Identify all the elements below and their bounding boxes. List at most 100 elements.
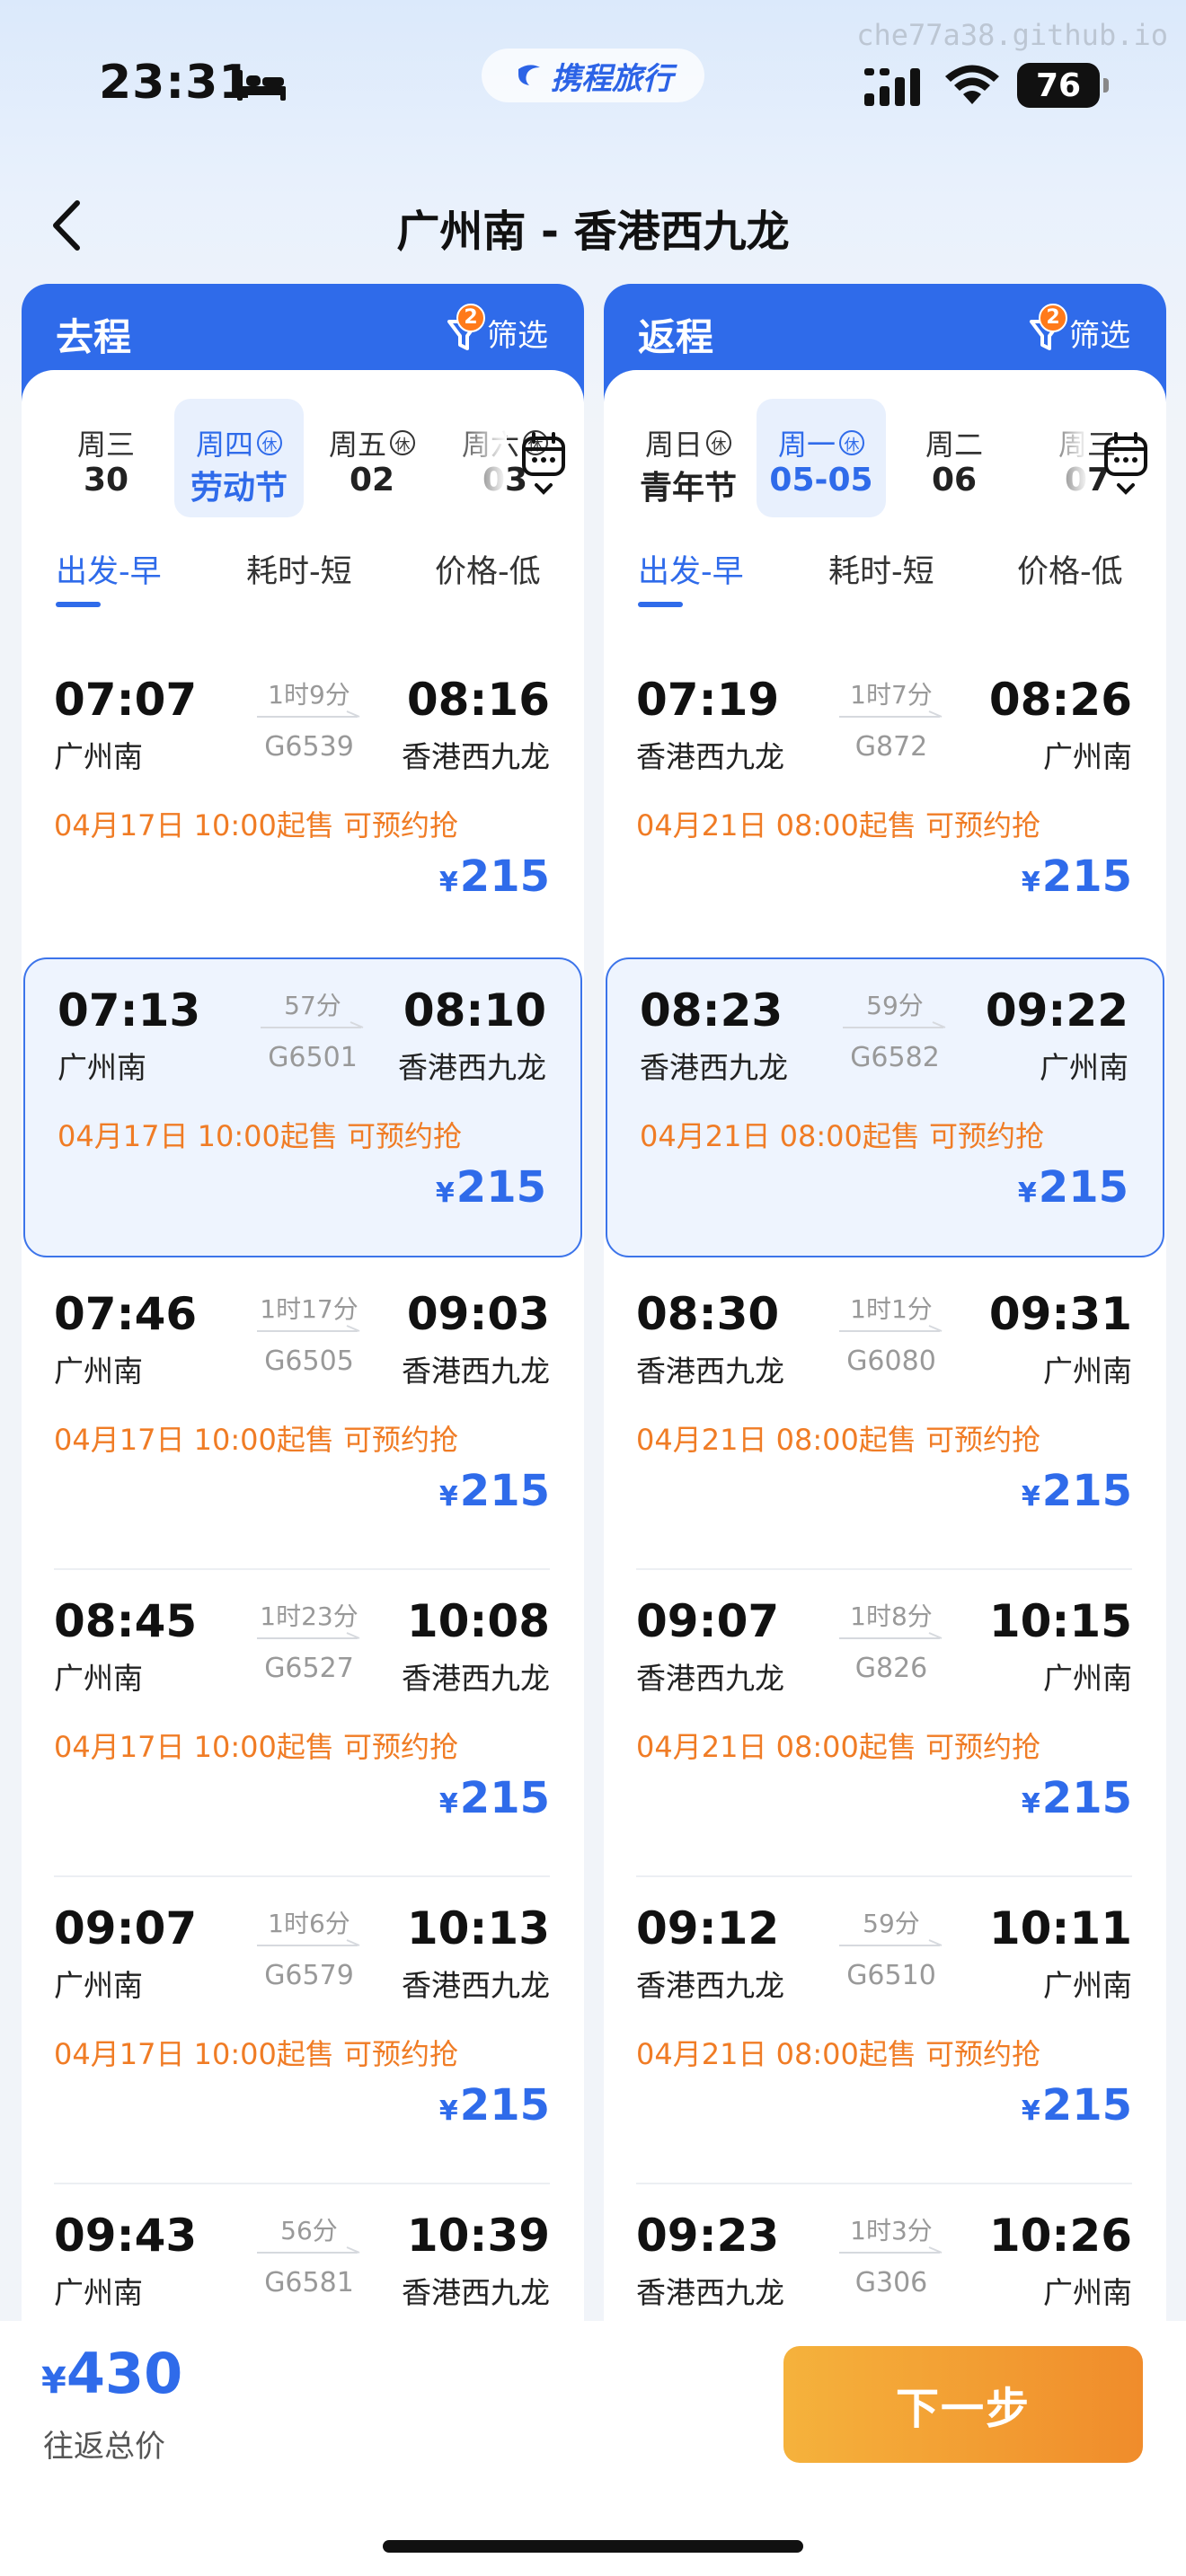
arrival-station: 香港西九龙 — [402, 739, 550, 774]
arrival-station: 香港西九龙 — [398, 1050, 546, 1085]
duration-arrow — [839, 710, 943, 718]
arrival-time: 09:22 — [985, 984, 1128, 1037]
duration-arrow — [839, 1325, 943, 1332]
calendar-icon — [522, 432, 565, 495]
holiday-badge: 休 — [706, 430, 731, 455]
filter-count-badge: 2 — [1039, 303, 1067, 332]
departure-time: 09:43 — [54, 2210, 198, 2262]
departure-time: 07:46 — [54, 1288, 198, 1340]
train-card[interactable]: 08:45 10:08 广州南 香港西九龙 1时23分 G6527 04月17日 10:00… — [22, 1570, 584, 1877]
calendar-icon — [1104, 432, 1147, 495]
train-number: G6501 — [268, 1042, 358, 1073]
trip-duration: 1时9分 — [268, 680, 350, 710]
date-day: 30 — [83, 462, 129, 498]
filter-button[interactable]: 2 筛选 — [1028, 303, 1130, 355]
train-card[interactable]: 09:07 10:13 广州南 香港西九龙 1时6分 G6579 04月17日 10:00起… — [22, 1877, 584, 2184]
departure-station: 香港西九龙 — [636, 739, 784, 774]
date-weekday-row: 周日休 — [624, 422, 753, 463]
train-number: G6505 — [264, 1345, 354, 1377]
date-tab[interactable]: 周日休青年节 — [624, 399, 753, 517]
logo-icon — [518, 65, 540, 85]
train-number: G306 — [854, 2267, 928, 2298]
date-weekday: 周一 — [777, 428, 836, 462]
sort-option[interactable]: 出发-早 — [638, 546, 744, 592]
arrival-time: 10:13 — [406, 1902, 550, 1954]
date-day: 05-05 — [769, 462, 873, 498]
ticket-price: ¥215 — [1022, 2080, 1132, 2130]
bed-icon — [237, 70, 286, 101]
date-tab[interactable]: 周三 30 — [41, 399, 171, 517]
filter-icon-wrap: 2 — [1028, 303, 1067, 354]
sort-option[interactable]: 出发-早 — [56, 546, 162, 592]
total-label: 往返总价 — [43, 2429, 165, 2465]
price-value: 215 — [459, 1773, 550, 1823]
sort-option[interactable]: 价格-低 — [1017, 546, 1123, 592]
calendar-button[interactable] — [1102, 431, 1150, 499]
price-value: 215 — [1038, 1162, 1128, 1213]
next-step-button[interactable]: 下一步 — [783, 2346, 1143, 2463]
arrival-station: 广州南 — [1043, 2275, 1132, 2310]
holiday-badge: 休 — [257, 430, 282, 455]
train-card[interactable]: 08:23 09:22 香港西九龙 广州南 59分 G6582 04月21日 08:00起售… — [606, 957, 1164, 1257]
train-number: G872 — [854, 731, 928, 763]
arrival-time: 10:39 — [406, 2210, 550, 2262]
filter-label: 筛选 — [487, 318, 548, 354]
sort-underline — [638, 602, 683, 607]
date-day: 青年节 — [639, 470, 737, 507]
brand-name: 携程旅行 — [551, 60, 673, 97]
train-number: G6510 — [846, 1960, 936, 1991]
sale-notice: 04月21日 08:00起售 可预约抢 — [636, 1730, 1041, 1764]
departure-time: 07:19 — [636, 674, 780, 726]
train-card[interactable]: 09:07 10:15 香港西九龙 广州南 1时8分 G826 04月21日 08:00起售… — [604, 1570, 1166, 1877]
date-weekday: 周三 — [76, 428, 135, 462]
calendar-button[interactable] — [519, 431, 568, 499]
price-value: 215 — [1041, 851, 1132, 902]
filter-label: 筛选 — [1069, 318, 1130, 354]
departure-station: 香港西九龙 — [636, 1354, 784, 1389]
train-card[interactable]: 07:19 08:26 香港西九龙 广州南 1时7分 G872 04月21日 08:00起售… — [604, 648, 1166, 956]
arrival-time: 10:11 — [988, 1902, 1132, 1954]
duration-arrow — [257, 710, 360, 718]
train-card[interactable]: 07:13 08:10 广州南 香港西九龙 57分 G6501 04月17日 10:00起售… — [23, 957, 582, 1257]
panel-title: 返程 — [638, 315, 714, 359]
date-tab[interactable]: 周二 06 — [890, 399, 1019, 517]
departure-time: 09:07 — [636, 1595, 780, 1647]
price-currency: ¥ — [438, 1481, 458, 1513]
trip-duration: 59分 — [866, 991, 924, 1020]
duration-arrow — [261, 1021, 364, 1028]
sort-option[interactable]: 耗时-短 — [828, 546, 934, 592]
date-weekday-row: 周二 — [890, 422, 1019, 463]
duration-arrow — [257, 2246, 360, 2254]
trip-duration: 56分 — [280, 2216, 338, 2245]
departure-time: 08:30 — [636, 1288, 780, 1340]
train-card[interactable]: 07:07 08:16 广州南 香港西九龙 1时9分 G6539 04月17日 10:00起… — [22, 648, 584, 956]
ticket-price: ¥215 — [439, 2080, 550, 2130]
arrival-time: 10:08 — [406, 1595, 550, 1647]
arrival-time: 09:31 — [988, 1288, 1132, 1340]
trip-duration: 1时8分 — [850, 1601, 933, 1631]
sale-notice: 04月17日 10:00起售 可预约抢 — [54, 2037, 459, 2071]
filter-button[interactable]: 2 筛选 — [446, 303, 548, 355]
train-card[interactable]: 08:30 09:31 香港西九龙 广州南 1时1分 G6080 04月21日 08:00起… — [604, 1263, 1166, 1570]
departure-time: 07:07 — [54, 674, 198, 726]
arrival-station: 广州南 — [1043, 1354, 1132, 1389]
train-card[interactable]: 09:12 10:11 香港西九龙 广州南 59分 G6510 04月21日 08:00起售… — [604, 1877, 1166, 2184]
filter-icon-wrap: 2 — [446, 303, 485, 354]
train-number: G6581 — [264, 2267, 354, 2298]
price-value: 215 — [459, 851, 550, 902]
date-weekday-row: 周四休 — [174, 422, 304, 463]
brand-pill: 携程旅行 — [482, 49, 704, 102]
battery-indicator: 76 — [1017, 63, 1109, 108]
date-tab[interactable]: 周五休 02 — [307, 399, 437, 517]
ticket-price: ¥215 — [1022, 1466, 1132, 1516]
arrival-station: 广州南 — [1043, 1661, 1132, 1696]
train-card[interactable]: 07:46 09:03 广州南 香港西九龙 1时17分 G6505 04月17日 10:00… — [22, 1263, 584, 1570]
sort-option[interactable]: 耗时-短 — [246, 546, 352, 592]
price-value: 215 — [459, 1466, 550, 1516]
date-tab[interactable]: 周一休 05-05 — [757, 399, 886, 517]
panel-body: 周三30周四休劳动节周五休02周六休03出发-早耗时-短价格-低07:0708:… — [22, 370, 584, 2350]
total-value: 430 — [66, 2341, 183, 2406]
date-tab[interactable]: 周四休劳动节 — [174, 399, 304, 517]
sort-option[interactable]: 价格-低 — [435, 546, 541, 592]
departure-station: 香港西九龙 — [640, 1050, 788, 1085]
